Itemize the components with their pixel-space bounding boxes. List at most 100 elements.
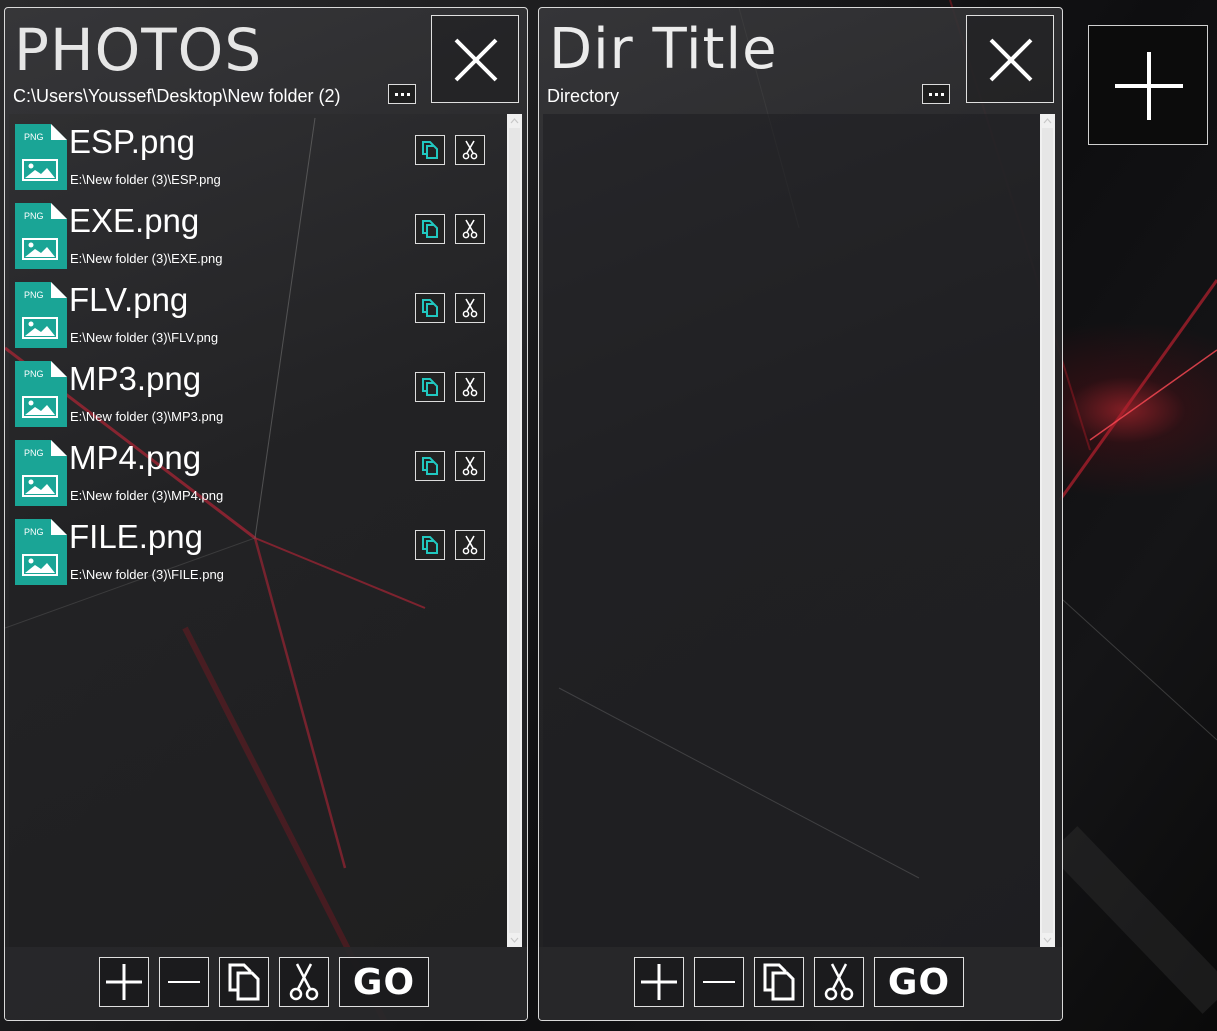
- minus-icon: [168, 981, 200, 983]
- cut-button[interactable]: [814, 957, 864, 1007]
- png-file-icon: PNG: [15, 203, 67, 269]
- close-panel-button[interactable]: [966, 15, 1054, 103]
- file-list[interactable]: [543, 114, 1040, 947]
- copy-file-button[interactable]: [415, 451, 445, 481]
- ellipsis-dot: [940, 92, 944, 96]
- file-name: MP4.png: [69, 439, 202, 476]
- cut-file-button[interactable]: [455, 451, 485, 481]
- scissors-icon: [462, 140, 478, 160]
- copy-file-button[interactable]: [415, 214, 445, 244]
- png-file-icon: PNG: [15, 282, 67, 348]
- copy-icon: [422, 378, 438, 396]
- cut-file-button[interactable]: [455, 135, 485, 165]
- file-path: E:\New folder (3)\MP3.png: [70, 409, 224, 424]
- file-type-label: PNG: [24, 132, 44, 142]
- plus-icon: [1115, 52, 1183, 120]
- panel-toolbar: GO: [5, 947, 527, 1020]
- copy-button[interactable]: [754, 957, 804, 1007]
- file-list[interactable]: PNG ESP.png E:\New folder (3)\ESP.png PN…: [9, 114, 507, 947]
- remove-button[interactable]: [159, 957, 209, 1007]
- copy-file-button[interactable]: [415, 293, 445, 323]
- copy-icon: [228, 963, 260, 1001]
- close-icon: [989, 38, 1033, 82]
- copy-icon: [422, 141, 438, 159]
- go-button[interactable]: GO: [339, 957, 429, 1007]
- remove-button[interactable]: [694, 957, 744, 1007]
- file-name: MP3.png: [69, 360, 202, 397]
- panel-title: Dir Title: [549, 17, 778, 82]
- scissors-icon: [462, 298, 478, 318]
- close-icon: [454, 38, 498, 82]
- minus-icon: [703, 981, 735, 983]
- go-button-label: GO: [352, 961, 416, 1003]
- panel-toolbar: GO: [539, 947, 1062, 1020]
- scroll-thumb[interactable]: [509, 128, 520, 933]
- directory-path: Directory: [547, 86, 620, 106]
- png-file-icon: PNG: [15, 519, 67, 585]
- copy-button[interactable]: [219, 957, 269, 1007]
- cut-file-button[interactable]: [455, 293, 485, 323]
- copy-file-button[interactable]: [415, 372, 445, 402]
- list-item[interactable]: PNG MP3.png E:\New folder (3)\MP3.png: [11, 355, 491, 434]
- directory-panel-dir-title: Dir Title Directory GO: [538, 7, 1063, 1021]
- file-name: ESP.png: [69, 123, 196, 160]
- scissors-icon: [462, 456, 478, 476]
- ellipsis-dot: [400, 92, 404, 96]
- copy-icon: [422, 457, 438, 475]
- ellipsis-icon: [394, 92, 398, 96]
- close-panel-button[interactable]: [431, 15, 519, 103]
- scroll-down-arrow-icon[interactable]: [1043, 935, 1052, 945]
- scissors-icon: [289, 963, 319, 1001]
- go-button[interactable]: GO: [874, 957, 964, 1007]
- copy-file-button[interactable]: [415, 135, 445, 165]
- file-path: E:\New folder (3)\ESP.png: [70, 172, 221, 187]
- ellipsis-icon: [928, 92, 932, 96]
- plus-icon: [641, 964, 677, 1000]
- file-name: EXE.png: [69, 202, 200, 239]
- list-item[interactable]: PNG FILE.png E:\New folder (3)\FILE.png: [11, 513, 491, 592]
- cut-file-button[interactable]: [455, 372, 485, 402]
- cut-button[interactable]: [279, 957, 329, 1007]
- panel-title: PHOTOS: [14, 16, 263, 84]
- plus-icon: [106, 964, 142, 1000]
- cut-file-button[interactable]: [455, 530, 485, 560]
- scroll-thumb[interactable]: [1042, 128, 1053, 933]
- more-options-button[interactable]: [922, 84, 950, 104]
- add-button[interactable]: [99, 957, 149, 1007]
- scroll-up-arrow-icon[interactable]: [1043, 116, 1052, 126]
- file-name: FILE.png: [69, 518, 203, 555]
- copy-icon: [422, 299, 438, 317]
- file-type-label: PNG: [24, 448, 44, 458]
- ellipsis-dot: [406, 92, 410, 96]
- scissors-icon: [462, 219, 478, 239]
- scissors-icon: [824, 963, 854, 1001]
- vertical-scrollbar[interactable]: [1040, 114, 1055, 947]
- scissors-icon: [462, 535, 478, 555]
- list-item[interactable]: PNG MP4.png E:\New folder (3)\MP4.png: [11, 434, 491, 513]
- file-type-label: PNG: [24, 369, 44, 379]
- vertical-scrollbar[interactable]: [507, 114, 522, 947]
- file-type-label: PNG: [24, 527, 44, 537]
- cut-file-button[interactable]: [455, 214, 485, 244]
- file-path: E:\New folder (3)\FILE.png: [70, 567, 224, 582]
- scissors-icon: [462, 377, 478, 397]
- copy-icon: [422, 536, 438, 554]
- scroll-up-arrow-icon[interactable]: [510, 116, 519, 126]
- file-path: E:\New folder (3)\MP4.png: [70, 488, 224, 503]
- add-panel-button[interactable]: [1088, 25, 1208, 145]
- copy-file-button[interactable]: [415, 530, 445, 560]
- png-file-icon: PNG: [15, 361, 67, 427]
- file-type-label: PNG: [24, 290, 44, 300]
- list-item[interactable]: PNG ESP.png E:\New folder (3)\ESP.png: [11, 118, 491, 197]
- more-options-button[interactable]: [388, 84, 416, 104]
- list-item[interactable]: PNG FLV.png E:\New folder (3)\FLV.png: [11, 276, 491, 355]
- go-button-label: GO: [887, 961, 951, 1003]
- copy-icon: [422, 220, 438, 238]
- file-path: E:\New folder (3)\FLV.png: [70, 330, 219, 345]
- directory-panel-photos: PHOTOS C:\Users\Youssef\Desktop\New fold…: [4, 7, 528, 1021]
- add-button[interactable]: [634, 957, 684, 1007]
- list-item[interactable]: PNG EXE.png E:\New folder (3)\EXE.png: [11, 197, 491, 276]
- scroll-down-arrow-icon[interactable]: [510, 935, 519, 945]
- file-path: E:\New folder (3)\EXE.png: [70, 251, 223, 266]
- file-name: FLV.png: [69, 281, 189, 318]
